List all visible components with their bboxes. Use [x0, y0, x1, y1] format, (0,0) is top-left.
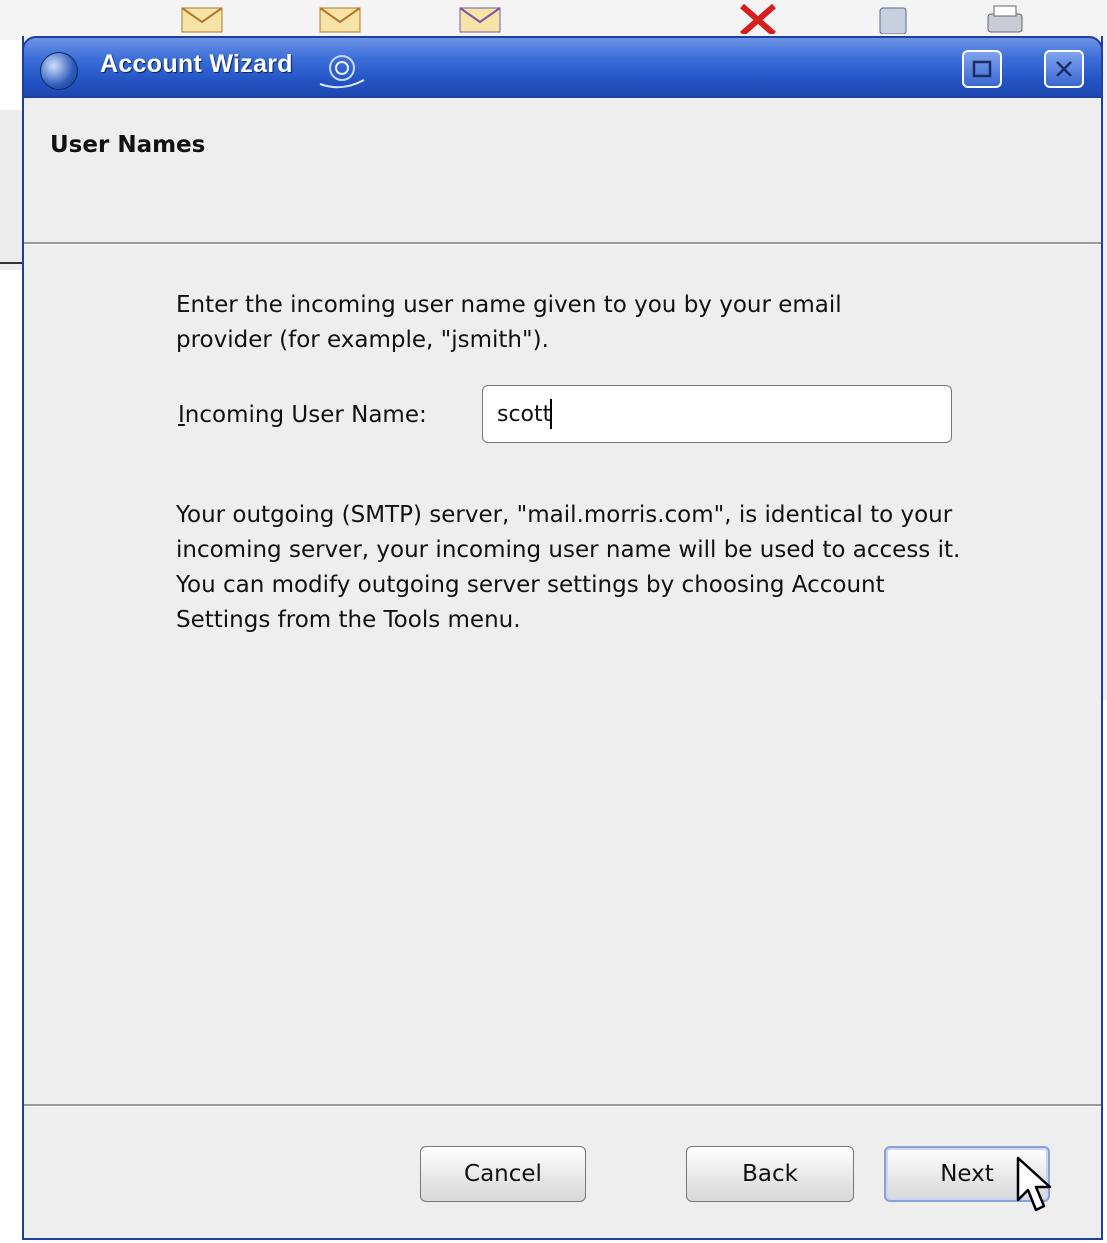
cancel-button[interactable]: Cancel	[420, 1146, 586, 1202]
background-panel	[0, 110, 24, 270]
footer-divider	[24, 1104, 1101, 1107]
incoming-username-input[interactable]	[482, 385, 952, 443]
thunderbird-globe-icon	[40, 52, 78, 90]
titlebar[interactable]: Account Wizard	[22, 36, 1103, 98]
swirl-icon	[319, 55, 365, 89]
username-label: Incoming User Name:	[178, 402, 427, 428]
maximize-icon	[972, 60, 992, 78]
close-button[interactable]	[1044, 50, 1084, 88]
page-title: User Names	[50, 132, 206, 158]
smtp-info-text: Your outgoing (SMTP) server, "mail.morri…	[176, 502, 961, 633]
mail-icon	[319, 7, 361, 33]
username-label-text: ncoming User Name:	[184, 402, 427, 428]
mail-icon	[181, 7, 223, 33]
text-caret	[550, 399, 552, 429]
username-label-mnemonic: I	[178, 402, 185, 428]
delete-icon	[740, 4, 776, 34]
mouse-pointer-icon	[1016, 1156, 1052, 1212]
window-title: Account Wizard	[100, 50, 293, 78]
wizard-content: Enter the incoming user name given to yo…	[24, 244, 1101, 1104]
background-toolbar	[0, 0, 1107, 40]
wizard-header: User Names	[24, 98, 1101, 242]
close-icon	[1056, 61, 1072, 77]
maximize-button[interactable]	[962, 50, 1002, 88]
account-wizard-dialog: Account Wizard User Names Enter the inco…	[22, 36, 1103, 1240]
print-icon	[987, 5, 1023, 33]
intro-text: Enter the incoming user name given to yo…	[176, 292, 842, 353]
mail-icon	[459, 7, 501, 33]
back-button[interactable]: Back	[686, 1146, 854, 1202]
trash-icon	[879, 7, 907, 34]
